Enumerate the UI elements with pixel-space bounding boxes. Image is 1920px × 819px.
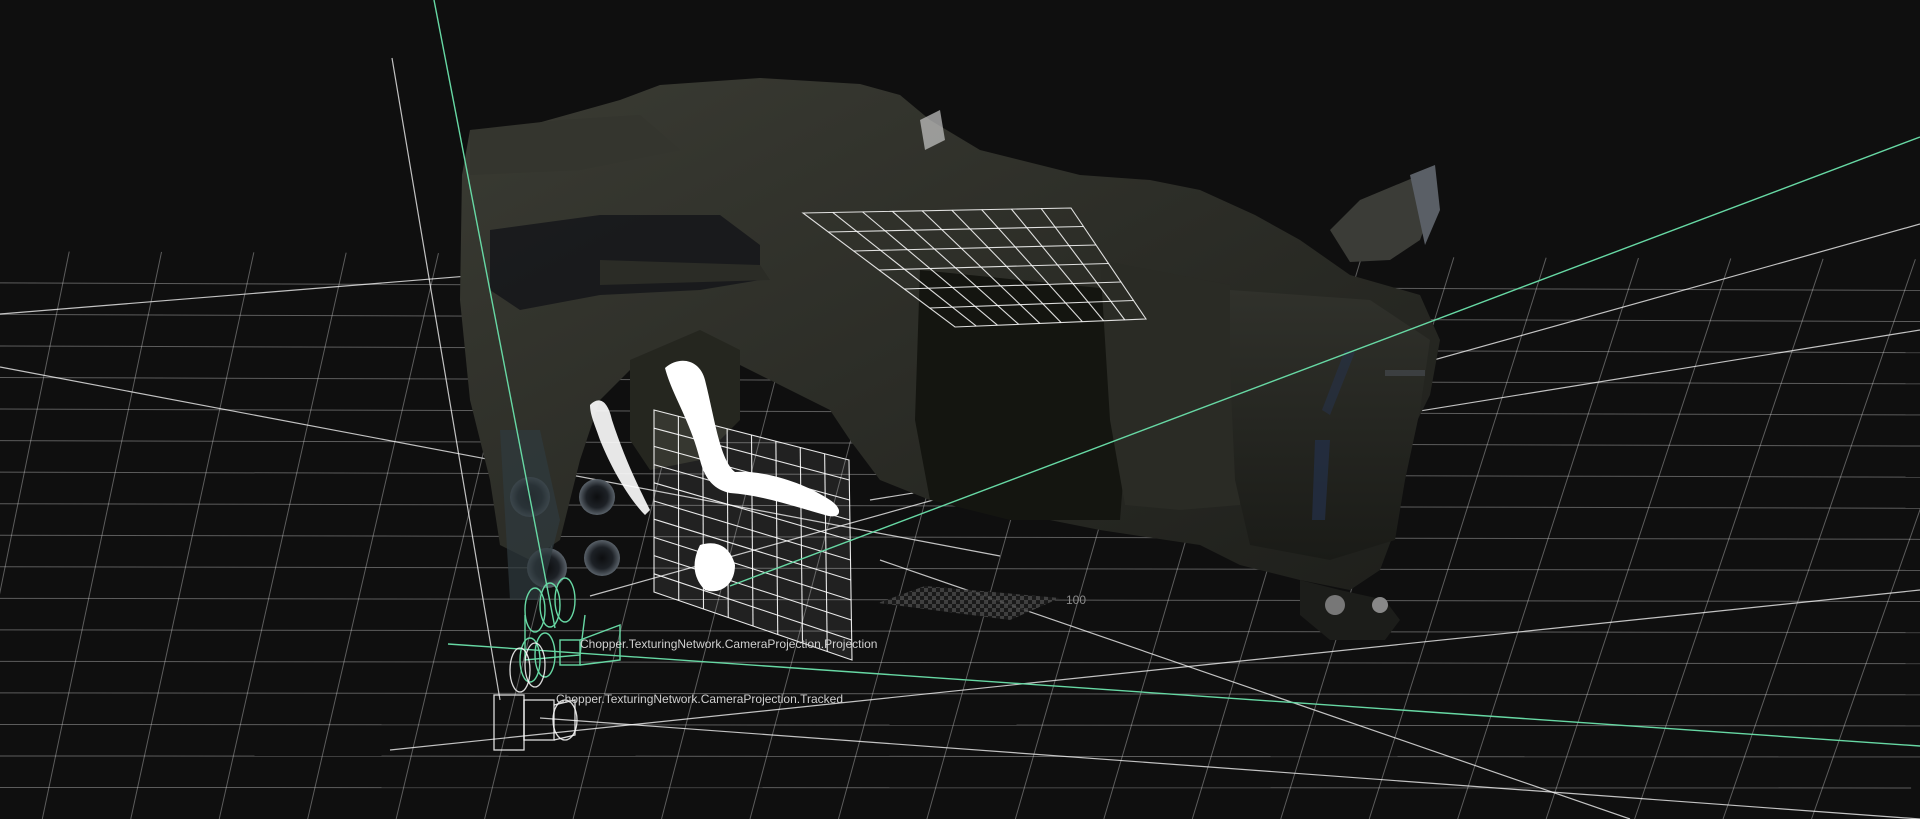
checker-ground-patch: [878, 586, 1060, 620]
grid-line: [0, 534, 1920, 540]
grid-line: [0, 566, 1920, 571]
grid-line: [0, 786, 1912, 789]
grid-line: [0, 629, 1920, 634]
helicopter-point-cloud[interactable]: [460, 78, 1440, 640]
projection-plane-lower[interactable]: [653, 409, 853, 661]
grid-line: [0, 692, 1920, 696]
camera-tracked-label: Chopper.TexturingNetwork.CameraProjectio…: [556, 692, 843, 706]
camera-projection-label: Chopper.TexturingNetwork.CameraProjectio…: [580, 637, 877, 651]
grid-tick-label: 100: [1066, 593, 1086, 607]
3d-viewport[interactable]: 100 Chopper.TexturingNetwork.CameraProje…: [0, 0, 1920, 819]
grid-line: [0, 755, 1920, 758]
grid-line: [0, 660, 1920, 665]
